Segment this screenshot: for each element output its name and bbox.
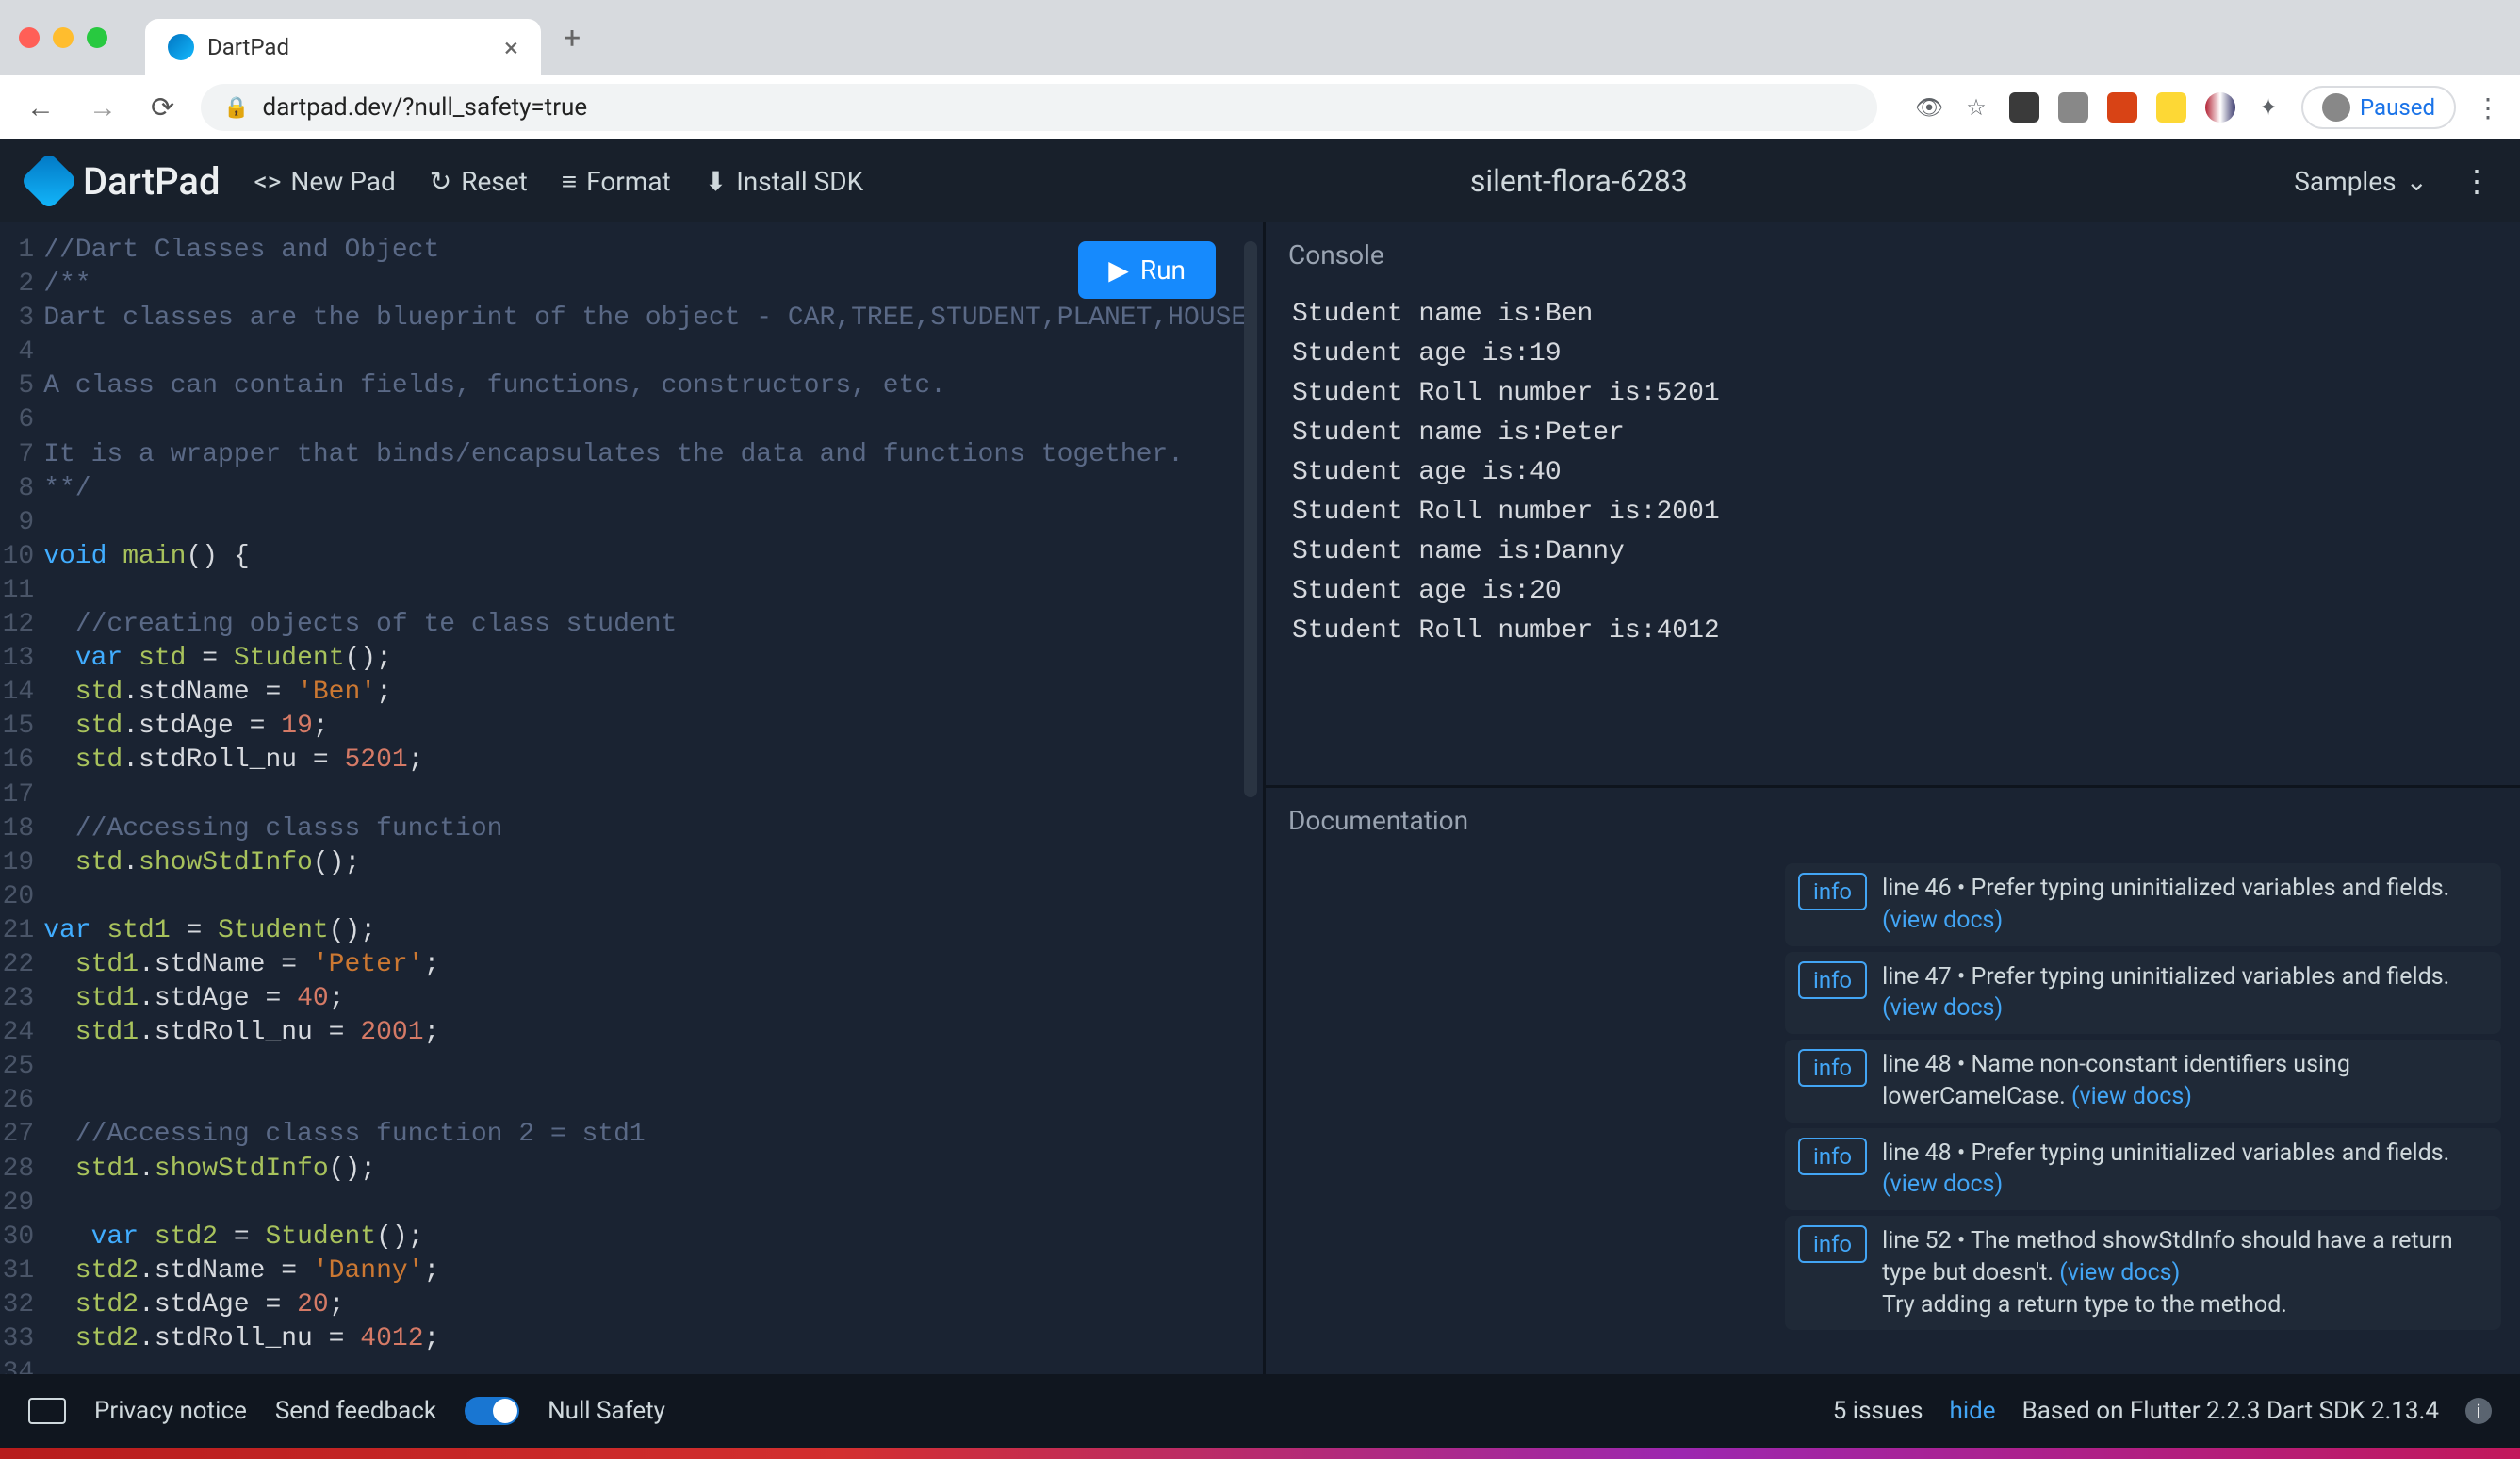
bottom-strip bbox=[0, 1448, 2520, 1459]
close-window-button[interactable] bbox=[19, 27, 40, 48]
issue-text: line 47 • Prefer typing uninitialized va… bbox=[1882, 961, 2488, 1025]
star-icon[interactable]: ☆ bbox=[1962, 93, 1990, 122]
feedback-link[interactable]: Send feedback bbox=[275, 1397, 436, 1425]
main-content: ▶ Run 1234567891011121314151617181920212… bbox=[0, 222, 2520, 1374]
code-content[interactable]: //Dart Classes and Object/**Dart classes… bbox=[43, 234, 1263, 1374]
eye-off-icon[interactable]: 👁 bbox=[1915, 93, 1943, 122]
extension-icon[interactable] bbox=[2009, 92, 2039, 123]
window-controls bbox=[19, 27, 107, 48]
logo-text: DartPad bbox=[83, 159, 221, 204]
null-safety-toggle[interactable] bbox=[465, 1397, 519, 1425]
console-output: Student name is:Ben Student age is:19 St… bbox=[1266, 287, 2520, 659]
extension-icon[interactable] bbox=[2107, 92, 2137, 123]
back-button[interactable]: ← bbox=[19, 91, 62, 124]
project-name: silent-flora-6283 bbox=[897, 163, 2260, 199]
editor-scrollbar[interactable] bbox=[1244, 241, 1257, 797]
url-text: dartpad.dev/?null_safety=true bbox=[263, 93, 588, 122]
code-editor[interactable]: 1234567891011121314151617181920212223242… bbox=[0, 222, 1263, 1374]
privacy-link[interactable]: Privacy notice bbox=[94, 1397, 247, 1425]
right-panel: Console Student name is:Ben Student age … bbox=[1263, 222, 2520, 1374]
browser-menu-button[interactable]: ⋮ bbox=[2475, 92, 2501, 123]
issue-row[interactable]: info line 47 • Prefer typing uninitializ… bbox=[1785, 952, 2501, 1035]
extension-icon[interactable] bbox=[2156, 92, 2186, 123]
issue-text: line 46 • Prefer typing uninitialized va… bbox=[1882, 873, 2488, 937]
more-menu-button[interactable]: ⋮ bbox=[2462, 163, 2492, 199]
tab-title: DartPad bbox=[207, 34, 289, 60]
dart-logo-icon bbox=[20, 152, 78, 210]
run-button[interactable]: ▶ Run bbox=[1078, 241, 1216, 299]
editor-panel: ▶ Run 1234567891011121314151617181920212… bbox=[0, 222, 1263, 1374]
refresh-icon: ↻ bbox=[430, 166, 451, 197]
install-sdk-button[interactable]: ⬇ Install SDK bbox=[705, 166, 864, 197]
line-gutter: 1234567891011121314151617181920212223242… bbox=[0, 234, 43, 1374]
logo[interactable]: DartPad bbox=[28, 159, 221, 204]
view-docs-link[interactable]: (view docs) bbox=[1882, 994, 2003, 1022]
code-icon: <> bbox=[254, 166, 282, 197]
avatar-icon bbox=[2322, 93, 2350, 122]
issue-badge: info bbox=[1798, 1225, 1867, 1263]
browser-tab-bar: DartPad × + bbox=[0, 0, 2520, 75]
issue-row[interactable]: info line 48 • Name non-constant identif… bbox=[1785, 1040, 2501, 1123]
documentation-title: Documentation bbox=[1266, 788, 2520, 853]
extension-icon[interactable] bbox=[2205, 92, 2235, 123]
reload-button[interactable]: ⟳ bbox=[143, 91, 182, 124]
footer: Privacy notice Send feedback Null Safety… bbox=[0, 1374, 2520, 1448]
new-pad-button[interactable]: <> New Pad bbox=[254, 166, 396, 197]
forward-button[interactable]: → bbox=[81, 91, 124, 124]
issue-row[interactable]: info line 52 • The method showStdInfo sh… bbox=[1785, 1216, 2501, 1330]
issue-text: line 48 • Name non-constant identifiers … bbox=[1882, 1049, 2488, 1113]
chevron-down-icon: ⌄ bbox=[2406, 166, 2428, 197]
keyboard-icon[interactable] bbox=[28, 1398, 66, 1424]
reset-button[interactable]: ↻ Reset bbox=[430, 166, 528, 197]
hide-issues-link[interactable]: hide bbox=[1950, 1397, 1996, 1425]
browser-tab[interactable]: DartPad × bbox=[145, 19, 541, 75]
maximize-window-button[interactable] bbox=[87, 27, 107, 48]
null-safety-label: Null Safety bbox=[548, 1397, 665, 1425]
issue-badge: info bbox=[1798, 961, 1867, 999]
address-bar: ← → ⟳ 🔒 dartpad.dev/?null_safety=true 👁 … bbox=[0, 75, 2520, 139]
profile-paused-chip[interactable]: Paused bbox=[2301, 86, 2456, 129]
close-tab-button[interactable]: × bbox=[504, 32, 518, 63]
issue-text: line 48 • Prefer typing uninitialized va… bbox=[1882, 1138, 2488, 1202]
view-docs-link[interactable]: (view docs) bbox=[2059, 1259, 2180, 1287]
view-docs-link[interactable]: (view docs) bbox=[1882, 907, 2003, 934]
new-tab-button[interactable]: + bbox=[564, 20, 581, 56]
console-title: Console bbox=[1266, 222, 2520, 287]
documentation-panel: Documentation info line 46 • Prefer typi… bbox=[1266, 788, 2520, 1374]
app-header: DartPad <> New Pad ↻ Reset ≡ Format ⬇ In… bbox=[0, 139, 2520, 222]
download-icon: ⬇ bbox=[705, 166, 727, 197]
issue-count: 5 issues bbox=[1833, 1397, 1923, 1425]
toolbar-icons: 👁 ☆ ✦ Paused ⋮ bbox=[1915, 86, 2501, 129]
issue-row[interactable]: info line 46 • Prefer typing uninitializ… bbox=[1785, 863, 2501, 946]
sdk-version: Based on Flutter 2.2.3 Dart SDK 2.13.4 bbox=[2022, 1397, 2439, 1425]
view-docs-link[interactable]: (view docs) bbox=[1882, 1171, 2003, 1198]
issue-badge: info bbox=[1798, 1049, 1867, 1087]
format-icon: ≡ bbox=[562, 166, 577, 197]
info-icon[interactable]: i bbox=[2465, 1398, 2492, 1424]
issue-text: line 52 • The method showStdInfo should … bbox=[1882, 1225, 2488, 1320]
play-icon: ▶ bbox=[1108, 254, 1129, 286]
issue-badge: info bbox=[1798, 873, 1867, 910]
extensions-icon[interactable]: ✦ bbox=[2254, 93, 2283, 122]
issue-row[interactable]: info line 48 • Prefer typing uninitializ… bbox=[1785, 1128, 2501, 1211]
dartpad-favicon-icon bbox=[168, 34, 194, 60]
lock-icon: 🔒 bbox=[223, 96, 249, 120]
view-docs-link[interactable]: (view docs) bbox=[2071, 1083, 2192, 1110]
format-button[interactable]: ≡ Format bbox=[562, 166, 671, 197]
paused-label: Paused bbox=[2360, 94, 2435, 121]
console-panel: Console Student name is:Ben Student age … bbox=[1266, 222, 2520, 788]
extension-icon[interactable] bbox=[2058, 92, 2088, 123]
issues-list: info line 46 • Prefer typing uninitializ… bbox=[1785, 863, 2501, 1330]
url-field[interactable]: 🔒 dartpad.dev/?null_safety=true bbox=[201, 84, 1877, 131]
issue-badge: info bbox=[1798, 1138, 1867, 1175]
samples-dropdown[interactable]: Samples ⌄ bbox=[2294, 166, 2428, 197]
minimize-window-button[interactable] bbox=[53, 27, 74, 48]
